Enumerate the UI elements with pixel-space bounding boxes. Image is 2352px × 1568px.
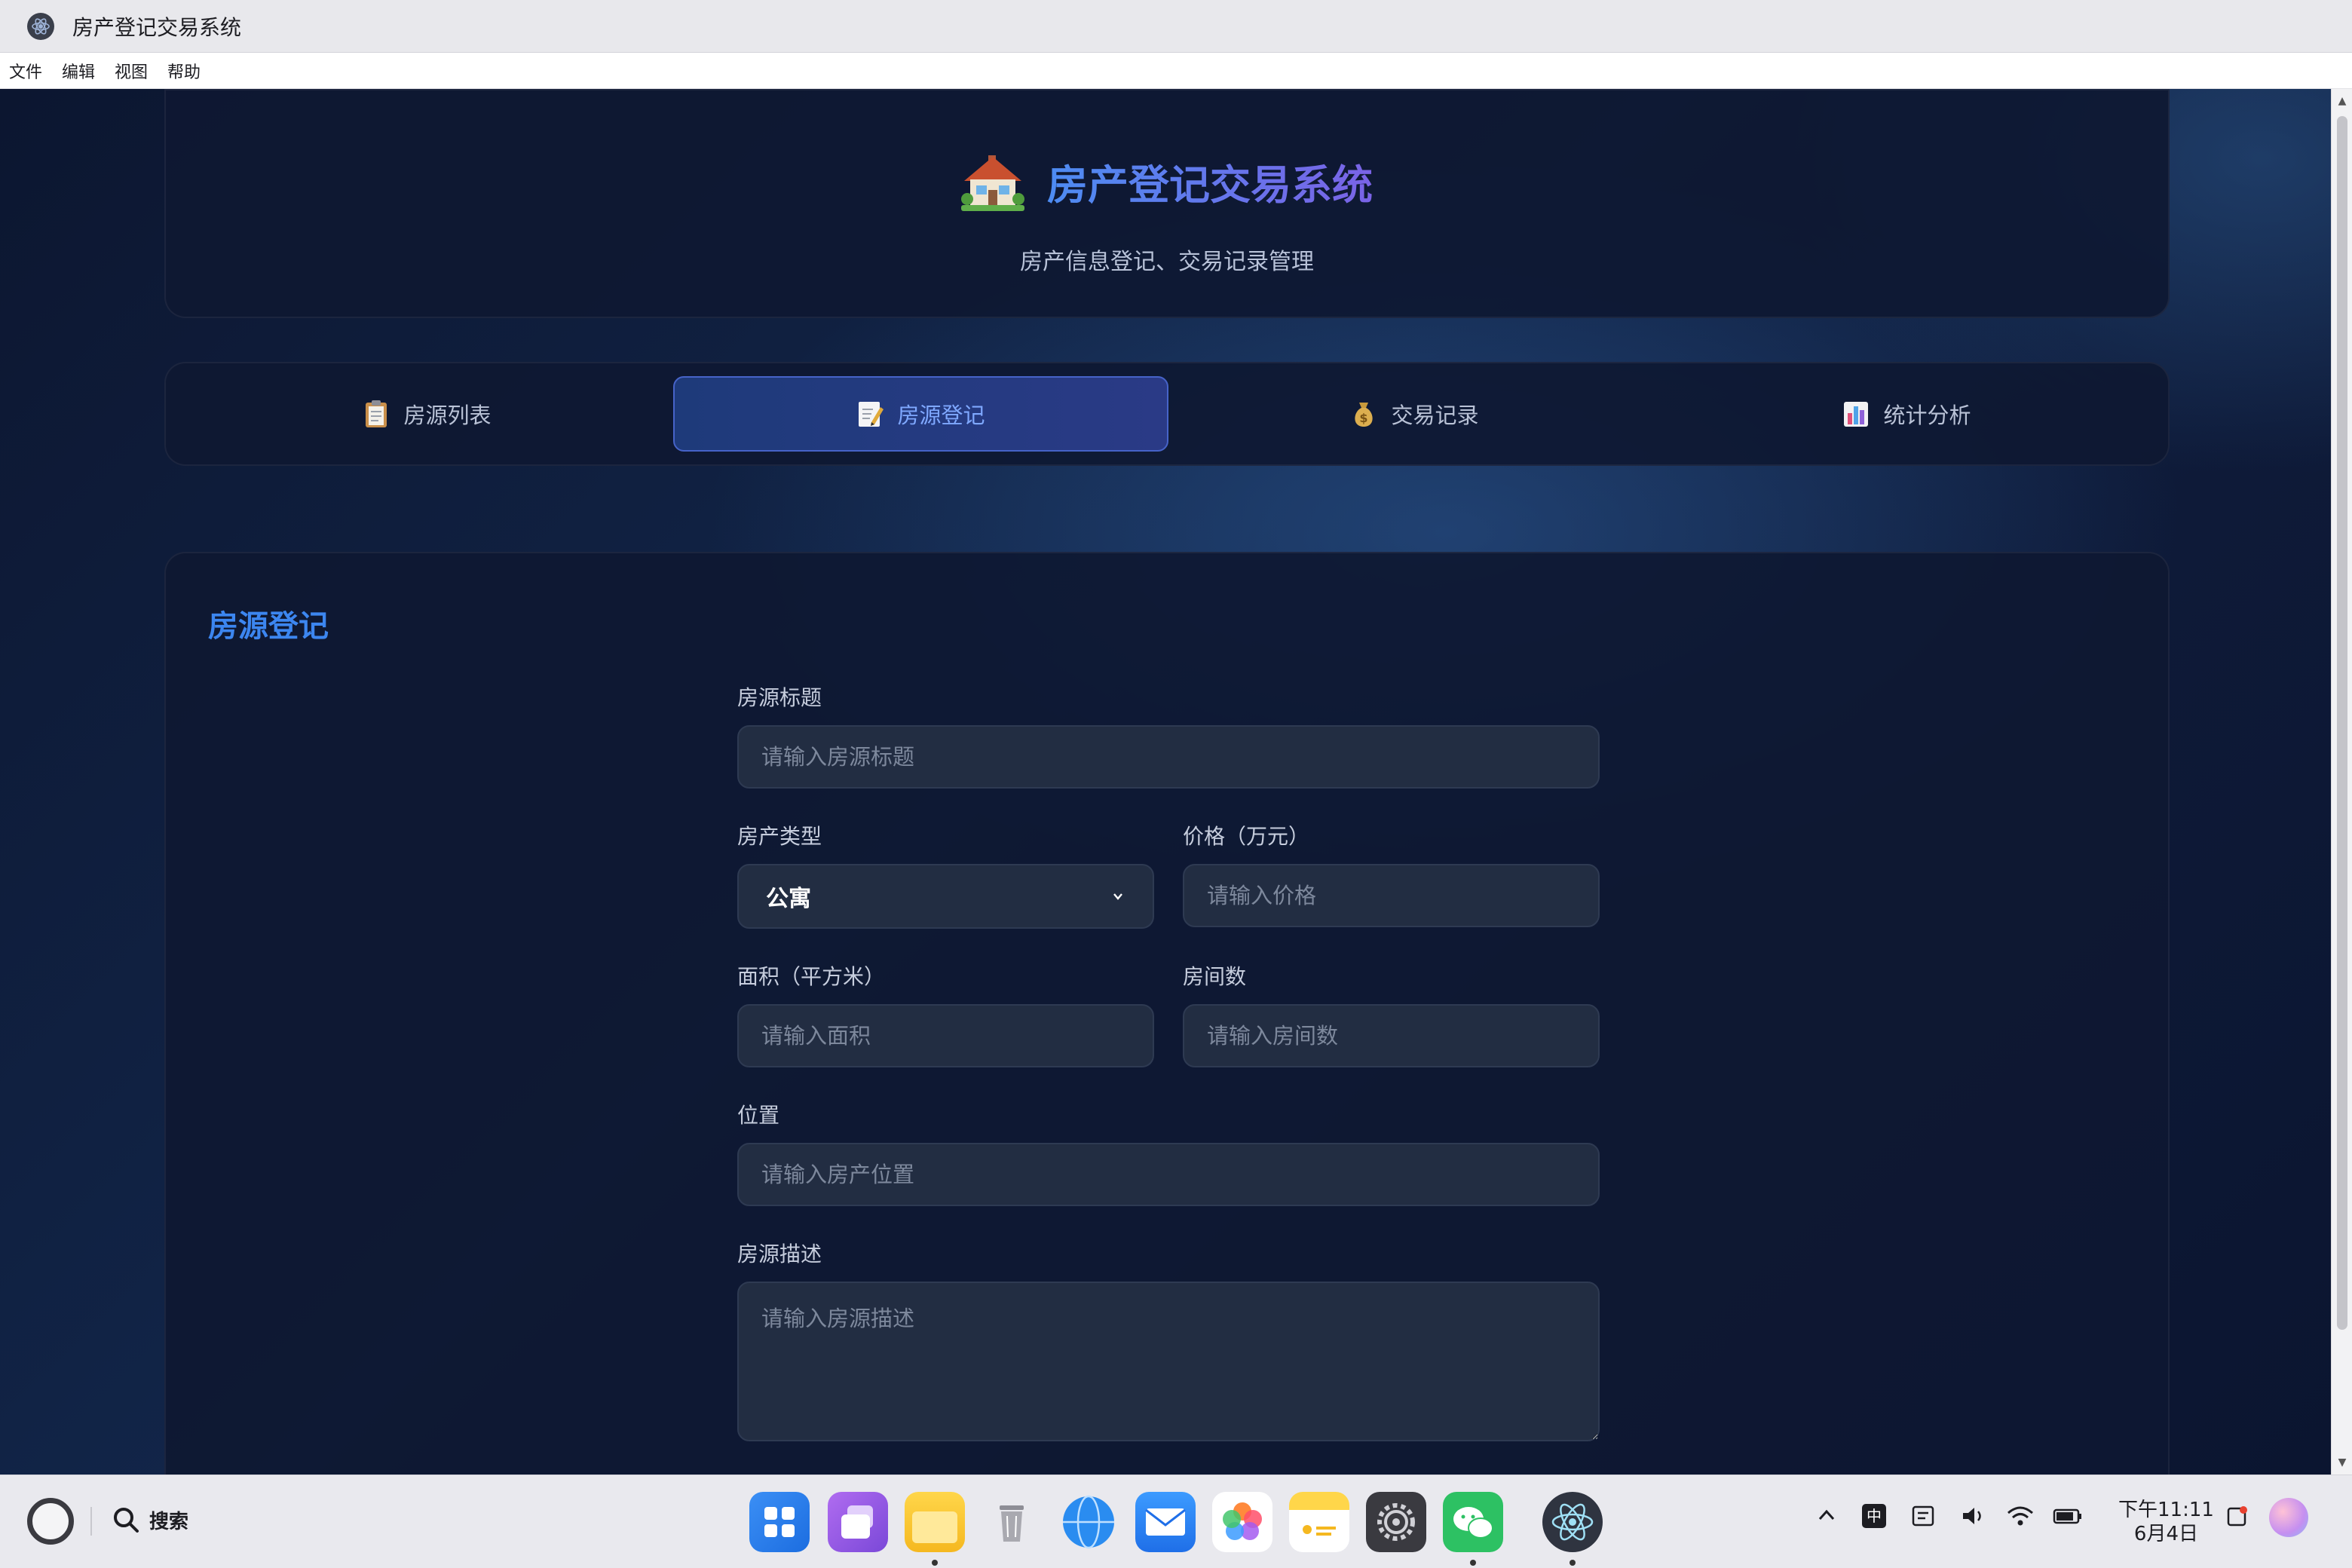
area-label: 面积（平方米）: [737, 964, 886, 989]
svg-text:$: $: [1360, 411, 1368, 425]
system-clock[interactable]: 下午11:11 6月4日: [2118, 1498, 2214, 1546]
menu-edit[interactable]: 编辑: [62, 56, 95, 86]
tab-statistics[interactable]: 统计分析: [1661, 376, 2153, 452]
settings-icon[interactable]: [1366, 1492, 1426, 1552]
mail-icon[interactable]: [1135, 1492, 1196, 1552]
menu-help[interactable]: 帮助: [167, 56, 201, 86]
search-label: 搜索: [149, 1510, 189, 1533]
taskbar-search-button[interactable]: 搜索: [112, 1505, 188, 1534]
scroll-down-arrow[interactable]: ▼: [2332, 1452, 2352, 1473]
wechat-running-dot: [1470, 1560, 1476, 1566]
electron-icon[interactable]: [1542, 1492, 1603, 1552]
taskbar: 搜索 中 下午11:11 6月4日: [0, 1475, 2352, 1568]
vertical-scrollbar[interactable]: ▲ ▼: [2331, 89, 2352, 1475]
wechat-icon[interactable]: [1443, 1492, 1503, 1552]
start-button[interactable]: [27, 1498, 74, 1545]
scrollbar-thumb[interactable]: [2337, 116, 2347, 1330]
tab-property-register[interactable]: 房源登记: [673, 376, 1168, 452]
money-bag-icon: $: [1355, 403, 1374, 427]
app-heading: 房产登记交易系统: [1047, 152, 1373, 211]
user-avatar[interactable]: [2269, 1498, 2308, 1537]
area-rooms-row: 面积（平方米） 房间数: [737, 960, 1600, 1099]
area-field: 面积（平方米）: [737, 960, 1154, 1067]
memo-icon: [859, 402, 884, 427]
type-price-row: 房产类型 公寓 价格（万元）: [737, 820, 1600, 960]
chevron-down-icon: [1113, 893, 1122, 900]
battery-icon[interactable]: [2052, 1504, 2084, 1528]
chevron-up-icon[interactable]: [1815, 1504, 1838, 1527]
register-form-card: 房源登记 房源标题 房产类型 公寓 价格（万元）: [164, 552, 2170, 1475]
window-titlebar: 房产登记交易系统: [0, 0, 2352, 53]
header-card: 房产登记交易系统 房产信息登记、交易记录管理: [164, 89, 2170, 318]
section-title: 房源登记: [208, 609, 329, 644]
browser-icon[interactable]: [1058, 1492, 1119, 1552]
register-form: 房源标题 房产类型 公寓 价格（万元）: [737, 681, 1600, 1475]
clipboard-icon: [366, 400, 387, 427]
house-icon: [961, 155, 1024, 211]
ime-indicator[interactable]: 中: [1862, 1504, 1886, 1528]
files-running-dot: [932, 1560, 938, 1566]
title-field: 房源标题: [737, 681, 1600, 789]
type-field: 房产类型 公寓: [737, 820, 1154, 929]
heading-row: 房产登记交易系统: [166, 151, 2168, 211]
tab-transactions[interactable]: $ 交易记录: [1168, 376, 1661, 452]
price-label: 价格（万元）: [1183, 824, 1310, 849]
location-field: 位置: [737, 1099, 1600, 1206]
area-input[interactable]: [737, 1004, 1154, 1067]
tab-statistics-label: 统计分析: [1883, 403, 1971, 428]
wifi-icon[interactable]: [2005, 1504, 2035, 1528]
location-input[interactable]: [737, 1143, 1600, 1206]
type-select-value: 公寓: [766, 886, 811, 912]
description-label: 房源描述: [737, 1242, 822, 1266]
description-textarea[interactable]: [737, 1282, 1600, 1441]
type-select[interactable]: 公寓: [737, 864, 1154, 929]
tab-transactions-label: 交易记录: [1391, 403, 1479, 428]
clock-time: 下午11:11: [2118, 1499, 2214, 1521]
clock-date: 6月4日: [2133, 1523, 2199, 1545]
notes-icon[interactable]: [1289, 1492, 1349, 1552]
price-field: 价格（万元）: [1183, 820, 1600, 929]
rooms-label: 房间数: [1183, 964, 1247, 989]
app-grid-icon[interactable]: [749, 1492, 810, 1552]
trash-icon[interactable]: [982, 1492, 1042, 1552]
app-viewport: 房产登记交易系统 房产信息登记、交易记录管理 房源列表 房源登记 $ 交易记录 …: [0, 89, 2331, 1475]
menu-view[interactable]: 视图: [115, 56, 148, 86]
clipboard-tray-icon[interactable]: [1910, 1504, 1937, 1528]
volume-icon[interactable]: [1960, 1504, 1987, 1528]
rooms-field: 房间数: [1183, 960, 1600, 1067]
bar-chart-icon: [1844, 402, 1869, 427]
menu-file[interactable]: 文件: [9, 56, 42, 86]
files-icon[interactable]: [905, 1492, 965, 1552]
search-icon: [114, 1508, 139, 1533]
tab-property-list-label: 房源列表: [403, 403, 492, 428]
menu-bar: 文件 编辑 视图 帮助: [0, 53, 2352, 89]
nav-tabs: 房源列表 房源登记 $ 交易记录 统计分析: [164, 362, 2170, 466]
price-input[interactable]: [1183, 864, 1600, 927]
notification-icon[interactable]: [2224, 1504, 2249, 1530]
title-label: 房源标题: [737, 685, 822, 710]
taskbar-divider: [90, 1507, 92, 1536]
multitask-icon[interactable]: [828, 1492, 888, 1552]
tab-property-register-label: 房源登记: [897, 403, 985, 428]
type-label: 房产类型: [737, 824, 822, 849]
title-input[interactable]: [737, 725, 1600, 789]
electron-running-dot: [1570, 1560, 1576, 1566]
rooms-input[interactable]: [1183, 1004, 1600, 1067]
location-label: 位置: [737, 1103, 780, 1128]
window-title: 房产登记交易系统: [72, 14, 242, 40]
electron-app-icon: [27, 12, 54, 40]
scroll-up-arrow[interactable]: ▲: [2332, 90, 2352, 112]
tab-property-list[interactable]: 房源列表: [181, 376, 673, 452]
app-subtitle: 房产信息登记、交易记录管理: [1020, 249, 1314, 275]
description-field: 房源描述: [737, 1238, 1600, 1444]
photos-icon[interactable]: [1212, 1492, 1272, 1552]
